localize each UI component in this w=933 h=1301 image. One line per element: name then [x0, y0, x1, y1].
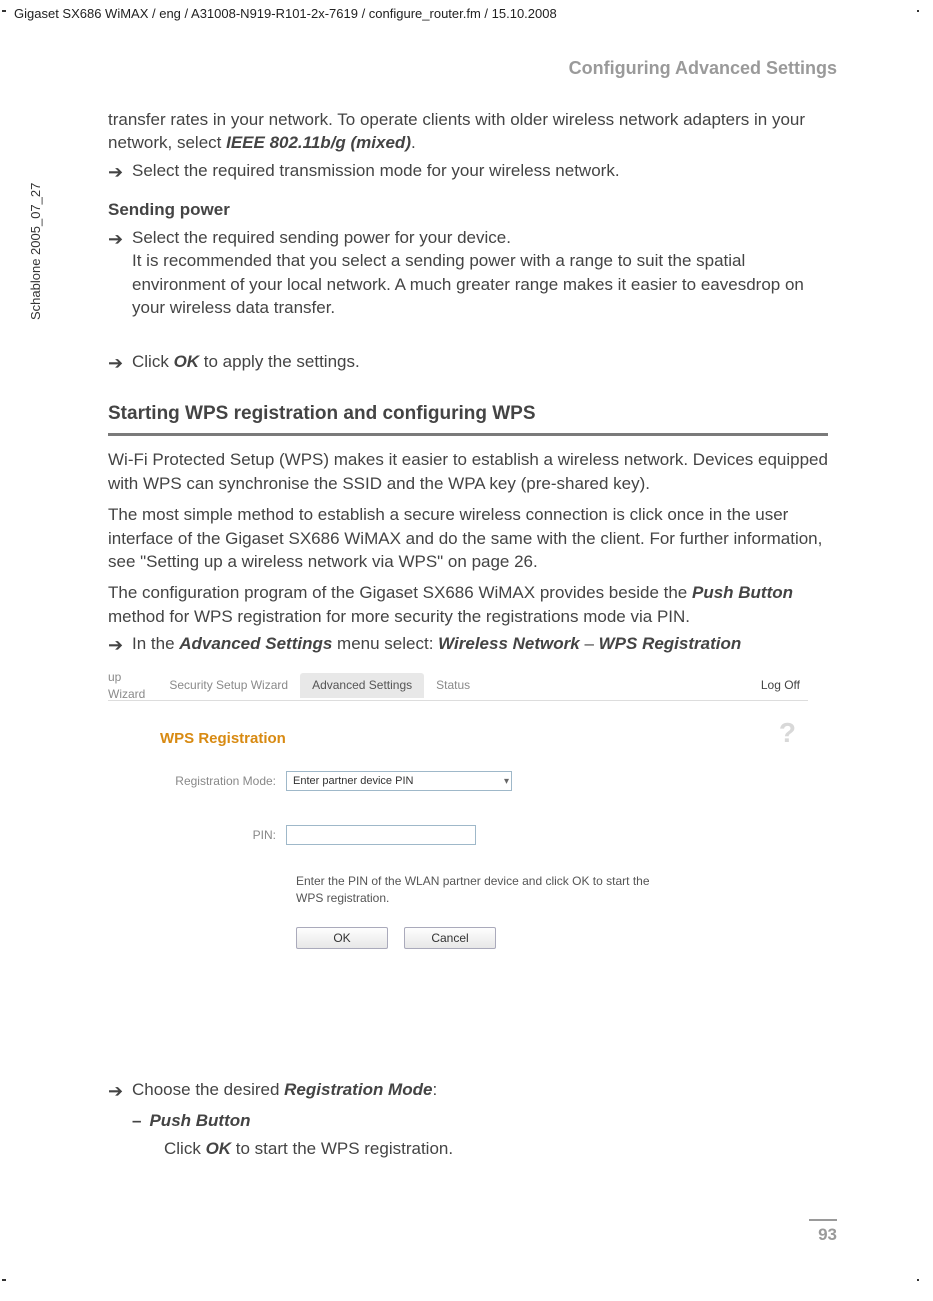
arrow-icon: ➔ [108, 350, 132, 375]
dash-bullet [108, 1109, 141, 1132]
label-registration-mode: Registration Mode: [108, 773, 286, 790]
push-button-instruction: Click OK to start the WPS registration. [108, 1137, 828, 1160]
wps-heading-rule [108, 433, 828, 436]
wps-p1: Wi-Fi Protected Setup (WPS) makes it eas… [108, 448, 828, 495]
push-button-label: Push Button [141, 1109, 828, 1132]
option-push-button: Push Button [108, 1109, 828, 1132]
step-menu-path: ➔ In the Advanced Settings menu select: … [108, 632, 828, 657]
template-side-label: Schablone 2005_07_27 [28, 183, 43, 320]
registration-mode-value: Enter partner device PIN [293, 774, 413, 789]
tab-setup-wizard[interactable]: up Wizard [108, 665, 157, 706]
step-transmission-mode: ➔ Select the required transmission mode … [108, 159, 828, 184]
tab-advanced-settings[interactable]: Advanced Settings [300, 673, 424, 698]
wps-p2: The most simple method to establish a se… [108, 503, 828, 573]
step-click-ok: ➔ Click OK to apply the settings. [108, 350, 828, 375]
page-number-rule [809, 1219, 837, 1221]
wps-registration-title: WPS Registration [160, 729, 808, 750]
page-body: transfer rates in your network. To opera… [108, 108, 828, 1160]
page-section-title: Configuring Advanced Settings [569, 58, 837, 79]
router-tabs: up Wizard Security Setup Wizard Advanced… [108, 672, 808, 700]
ok-button[interactable]: OK [296, 927, 388, 949]
chevron-down-icon: ▾ [504, 775, 509, 789]
tab-status[interactable]: Status [424, 673, 482, 698]
row-registration-mode: Registration Mode: Enter partner device … [108, 771, 808, 791]
step-choose-mode: ➔ Choose the desired Registration Mode: [108, 1078, 828, 1103]
wps-p3: The configuration program of the Gigaset… [108, 581, 828, 628]
help-icon[interactable]: ? [779, 714, 796, 753]
step-sending-power: ➔ Select the required sending power for … [108, 226, 828, 320]
pin-input[interactable] [286, 825, 476, 845]
button-row: OK Cancel [296, 927, 808, 949]
arrow-icon: ➔ [108, 226, 132, 320]
tab-security-wizard[interactable]: Security Setup Wizard [157, 673, 300, 698]
logoff-link[interactable]: Log Off [749, 673, 808, 698]
arrow-icon: ➔ [108, 1078, 132, 1103]
label-pin: PIN: [108, 827, 286, 844]
sending-power-heading: Sending power [108, 198, 828, 221]
intro-paragraph: transfer rates in your network. To opera… [108, 108, 828, 155]
router-ui-screenshot: up Wizard Security Setup Wizard Advanced… [108, 672, 808, 1052]
registration-mode-select[interactable]: Enter partner device PIN ▾ [286, 771, 512, 791]
pin-hint-text: Enter the PIN of the WLAN partner device… [296, 873, 656, 907]
page-number: 93 [818, 1225, 837, 1245]
wps-heading: Starting WPS registration and configurin… [108, 401, 828, 427]
cancel-button[interactable]: Cancel [404, 927, 496, 949]
arrow-icon: ➔ [108, 159, 132, 184]
row-pin: PIN: [108, 825, 808, 845]
tab-separator [108, 700, 808, 701]
arrow-icon: ➔ [108, 632, 132, 657]
doc-header-path: Gigaset SX686 WiMAX / eng / A31008-N919-… [14, 6, 557, 21]
ieee-mode: IEEE 802.11b/g (mixed) [226, 133, 411, 152]
